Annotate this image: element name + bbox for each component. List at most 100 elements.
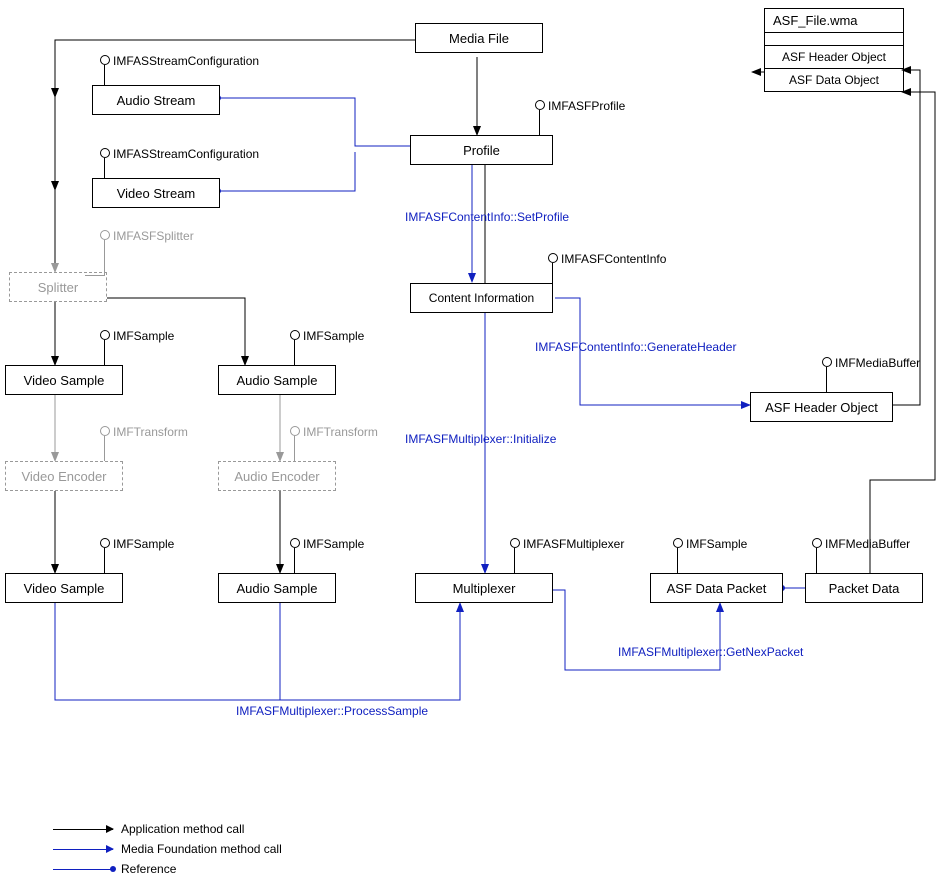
legend-text: Reference: [121, 862, 176, 876]
dot-icon: [110, 866, 116, 872]
node-audio-sample-2: Audio Sample: [218, 573, 336, 603]
lollipop-stem: [826, 367, 827, 392]
lollipop-icon: [535, 100, 545, 110]
lollipop-stem: [104, 548, 105, 573]
legend-line-blue: [53, 849, 113, 850]
node-audio-stream: Audio Stream: [92, 85, 220, 115]
diagram-canvas: Media File Audio Stream IMFASStreamConfi…: [0, 0, 942, 891]
node-multiplexer: Multiplexer: [415, 573, 553, 603]
label: ASF Header Object: [765, 400, 878, 415]
label: ASF Data Packet: [667, 581, 767, 596]
interface-label: IMFASFProfile: [548, 99, 625, 113]
node-audio-sample-1: Audio Sample: [218, 365, 336, 395]
method-label-processsample: IMFASFMultiplexer::ProcessSample: [236, 704, 428, 718]
node-video-encoder: Video Encoder: [5, 461, 123, 491]
interface-label: IMFSample: [303, 537, 364, 551]
label: Multiplexer: [453, 581, 516, 596]
lollipop-stem: [514, 548, 515, 573]
node-asf-header-object: ASF Header Object: [750, 392, 893, 422]
arrow-icon: [106, 845, 114, 853]
lollipop-icon: [812, 538, 822, 548]
interface-label: IMFMediaBuffer: [835, 356, 920, 370]
lollipop-icon: [510, 538, 520, 548]
legend-row-app: Application method call: [53, 822, 282, 836]
legend-text: Media Foundation method call: [121, 842, 282, 856]
lollipop-stem: [539, 110, 540, 135]
label: Splitter: [38, 280, 78, 295]
node-profile: Profile: [410, 135, 553, 165]
lollipop-stem: [816, 548, 817, 573]
interface-label: IMFASFMultiplexer: [523, 537, 624, 551]
asf-file-title: ASF_File.wma: [765, 9, 903, 33]
interface-label: IMFASFSplitter: [113, 229, 194, 243]
node-video-sample-2: Video Sample: [5, 573, 123, 603]
node-audio-encoder: Audio Encoder: [218, 461, 336, 491]
node-packet-data: Packet Data: [805, 573, 923, 603]
interface-label: IMFSample: [686, 537, 747, 551]
interface-label: IMFASFContentInfo: [561, 252, 666, 266]
legend: Application method call Media Foundation…: [53, 822, 282, 882]
interface-label: IMFSample: [113, 537, 174, 551]
lollipop-icon: [100, 330, 110, 340]
legend-line-black: [53, 829, 113, 830]
node-content-info: Content Information: [410, 283, 553, 313]
label: Audio Sample: [237, 373, 318, 388]
interface-label: IMFASStreamConfiguration: [113, 147, 259, 161]
interface-label: IMFSample: [113, 329, 174, 343]
label: Video Encoder: [21, 469, 106, 484]
node-media-file: Media File: [415, 23, 543, 53]
lollipop-stem: [104, 436, 105, 461]
lollipop-icon: [100, 55, 110, 65]
lollipop-stem: [104, 158, 105, 178]
lollipop-stem: [104, 240, 105, 275]
node-asf-data-packet: ASF Data Packet: [650, 573, 783, 603]
lollipop-stem: [104, 340, 105, 365]
lollipop-stem: [552, 263, 553, 283]
lollipop-stem: [294, 548, 295, 573]
label: Video Sample: [24, 373, 105, 388]
lollipop-icon: [100, 230, 110, 240]
label: Content Information: [429, 291, 534, 305]
legend-row-ref: Reference: [53, 862, 282, 876]
lollipop-icon: [673, 538, 683, 548]
asf-file-header-row: ASF Header Object: [765, 45, 903, 68]
interface-label: IMFTransform: [303, 425, 378, 439]
lollipop-icon: [100, 538, 110, 548]
lollipop-stem: [294, 436, 295, 461]
label: Profile: [463, 143, 500, 158]
lollipop-icon: [290, 426, 300, 436]
lollipop-icon: [290, 330, 300, 340]
lollipop-icon: [100, 148, 110, 158]
lollipop-stem: [294, 340, 295, 365]
lollipop-icon: [100, 426, 110, 436]
interface-label: IMFASStreamConfiguration: [113, 54, 259, 68]
lollipop-icon: [822, 357, 832, 367]
label: Packet Data: [829, 581, 900, 596]
node-video-stream: Video Stream: [92, 178, 220, 208]
lollipop-icon: [548, 253, 558, 263]
lollipop-stem: [104, 65, 105, 85]
legend-text: Application method call: [121, 822, 244, 836]
label: Audio Sample: [237, 581, 318, 596]
method-label-setprofile: IMFASFContentInfo::SetProfile: [405, 210, 569, 224]
interface-label: IMFMediaBuffer: [825, 537, 910, 551]
label: Audio Stream: [117, 93, 196, 108]
node-video-sample-1: Video Sample: [5, 365, 123, 395]
asf-file-container: ASF_File.wma ASF Header Object ASF Data …: [764, 8, 904, 92]
method-label-initialize: IMFASFMultiplexer::Initialize: [405, 432, 556, 446]
asf-file-data-row: ASF Data Object: [765, 68, 903, 91]
lollipop-icon: [290, 538, 300, 548]
interface-label: IMFTransform: [113, 425, 188, 439]
label: Video Stream: [117, 186, 196, 201]
arrow-icon: [106, 825, 114, 833]
label: Media File: [449, 31, 509, 46]
legend-line-ref: [53, 869, 113, 870]
method-label-generateheader: IMFASFContentInfo::GenerateHeader: [535, 340, 736, 354]
label: Audio Encoder: [234, 469, 319, 484]
legend-row-mf: Media Foundation method call: [53, 842, 282, 856]
label: Video Sample: [24, 581, 105, 596]
connector-stub: [85, 275, 105, 276]
interface-label: IMFSample: [303, 329, 364, 343]
node-splitter: Splitter: [9, 272, 107, 302]
method-label-getnextpacket: IMFASFMultiplexer::GetNexPacket: [618, 645, 803, 659]
